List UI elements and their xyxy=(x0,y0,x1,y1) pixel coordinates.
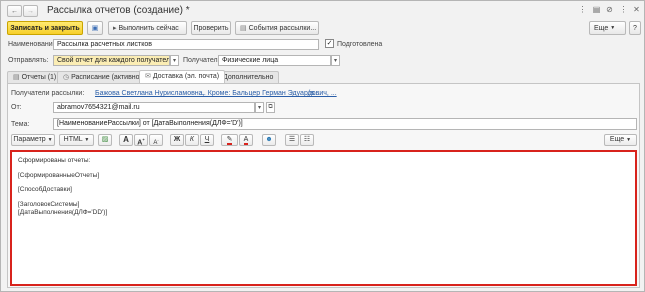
arrow-right-icon: → xyxy=(27,7,34,15)
italic-button[interactable]: К xyxy=(185,134,199,146)
message-editor[interactable]: Сформированы отчеты: [СформированныеОтче… xyxy=(10,150,637,286)
prepared-label: Подготовлена xyxy=(337,41,383,48)
back-button[interactable]: ← xyxy=(7,5,22,17)
mail-recipients-link-1[interactable]: Бажова Светлана Нурисламовна, xyxy=(95,89,205,98)
highlight-button[interactable]: ✎ xyxy=(221,134,238,146)
link-person-icon: ☻ xyxy=(265,136,273,143)
name-input[interactable]: Рассылка расчетных листков xyxy=(53,39,319,50)
font-color-icon: A xyxy=(243,136,249,145)
events-label: События рассылки... xyxy=(248,24,317,32)
editor-line: [ЗаголовокСистемы] xyxy=(18,201,80,208)
chevron-down-icon: ▼ xyxy=(626,137,632,143)
close-icon[interactable]: ✕ xyxy=(631,4,642,15)
app-window: ← → Рассылка отчетов (создание) * ⋮ ▤ ⊘ … xyxy=(0,0,645,292)
tab-delivery-label: Доставка (эл. почта) xyxy=(152,73,220,80)
prepared-checkbox[interactable]: ✓ xyxy=(325,39,334,48)
menu-dots-icon[interactable]: ⋮ xyxy=(577,4,588,15)
help-button[interactable]: ? xyxy=(629,21,641,35)
param-label: Параметр xyxy=(13,136,46,143)
editor-more-button[interactable]: Еще ▼ xyxy=(604,134,637,146)
clock-icon: ◷ xyxy=(63,74,72,81)
param-button[interactable]: Параметр ▼ xyxy=(11,134,55,146)
bullet-list-icon: ☰ xyxy=(288,136,296,143)
window-title: Рассылка отчетов (создание) * xyxy=(47,5,190,16)
editor-line: [СпособДоставки] xyxy=(18,186,72,193)
tab-reports-label: Отчеты (1) xyxy=(21,74,57,81)
underline-button[interactable]: Ч xyxy=(200,134,214,146)
more-label: Еще xyxy=(594,24,609,32)
save-close-button[interactable]: Записать и закрыть xyxy=(7,21,83,35)
tab-additional[interactable]: Дополнительно xyxy=(217,71,280,83)
numbered-list-button[interactable]: ☷ xyxy=(300,134,314,146)
editor-line: [СформированныеОтчеты] xyxy=(18,172,100,179)
html-label: HTML xyxy=(63,136,83,143)
tab-schedule-label: Расписание (активно) xyxy=(71,74,142,81)
chevron-down-icon: ▾ xyxy=(333,58,337,64)
run-now-label: Выполнить сейчас xyxy=(118,24,179,32)
recipients-dropdown-button[interactable]: ▾ xyxy=(331,55,340,66)
tab-schedule[interactable]: ◷ Расписание (активно) xyxy=(57,71,148,83)
from-dropdown-button[interactable]: ▾ xyxy=(255,102,264,113)
mail-recipients-label: Получатели рассылки: xyxy=(11,90,85,97)
font-color-button[interactable]: A xyxy=(239,134,253,146)
events-button[interactable]: ▤ События рассылки... xyxy=(235,21,319,35)
send-select[interactable]: Свой отчет для каждого получателя xyxy=(53,55,170,66)
html-button[interactable]: HTML ▼ xyxy=(59,134,94,146)
recipients-select[interactable]: Физические лица xyxy=(218,55,331,66)
from-input[interactable]: abramov7654321@mail.ru xyxy=(53,102,255,113)
chevron-down-icon: ▼ xyxy=(47,137,53,143)
arrow-left-icon: ← xyxy=(11,7,18,15)
chevron-down-icon: ▾ xyxy=(257,105,261,111)
insert-link-button[interactable]: ☻ xyxy=(262,134,276,146)
insert-image-button[interactable]: ▨ xyxy=(98,134,112,146)
tab-reports[interactable]: ▤ Отчеты (1) xyxy=(7,71,63,83)
send-dropdown-button[interactable]: ▾ xyxy=(170,55,179,66)
floppy-icon: ▣ xyxy=(91,24,99,32)
chevron-down-icon: ▼ xyxy=(84,137,90,143)
print-icon[interactable]: ▤ xyxy=(591,4,602,15)
mail-recipients-link-3[interactable]: (в... xyxy=(308,89,320,98)
font-decrease-button[interactable]: A- xyxy=(149,134,163,146)
mail-icon: ✉ xyxy=(145,73,153,80)
send-label: Отправлять: xyxy=(8,57,49,64)
chevron-down-icon: ▼ xyxy=(610,24,616,31)
numbered-list-icon: ☷ xyxy=(303,136,311,143)
editor-line: Сформированы отчеты: xyxy=(18,157,91,164)
play-icon: ▸ xyxy=(113,24,117,32)
editor-line: [ДатаВыполнения(ДЛФ='DD')] xyxy=(18,209,108,216)
more-button[interactable]: Еще ▼ xyxy=(589,21,626,35)
link-icon[interactable]: ⊘ xyxy=(604,4,615,15)
subject-input[interactable]: [НаименованиеРассылки] от [ДатаВыполнени… xyxy=(53,118,637,130)
name-label: Наименование: xyxy=(8,41,59,48)
bold-button[interactable]: Ж xyxy=(170,134,184,146)
chevron-down-icon: ▾ xyxy=(172,58,176,64)
reports-icon: ▤ xyxy=(13,74,22,81)
check-button[interactable]: Проверить xyxy=(191,21,231,35)
tab-additional-label: Дополнительно xyxy=(223,74,274,81)
minimize-icon[interactable]: ⋮ xyxy=(618,4,629,15)
editor-more-label: Еще xyxy=(609,136,625,143)
open-link-icon: ⧉ xyxy=(268,104,273,110)
image-icon: ▨ xyxy=(101,136,109,143)
subject-label: Тема: xyxy=(11,121,30,128)
run-now-button[interactable]: ▸ Выполнить сейчас xyxy=(108,21,187,35)
forward-button[interactable]: → xyxy=(23,5,38,17)
from-label: От: xyxy=(11,104,22,111)
save-button[interactable]: ▣ xyxy=(87,21,103,35)
tab-delivery[interactable]: ✉ Доставка (эл. почта) xyxy=(139,70,226,83)
font-button[interactable]: A xyxy=(119,134,133,146)
from-open-button[interactable]: ⧉ xyxy=(266,102,275,113)
events-icon: ▤ xyxy=(240,24,247,32)
highlight-icon: ✎ xyxy=(226,136,233,145)
font-increase-button[interactable]: A+ xyxy=(134,134,148,146)
bullet-list-button[interactable]: ☰ xyxy=(285,134,299,146)
